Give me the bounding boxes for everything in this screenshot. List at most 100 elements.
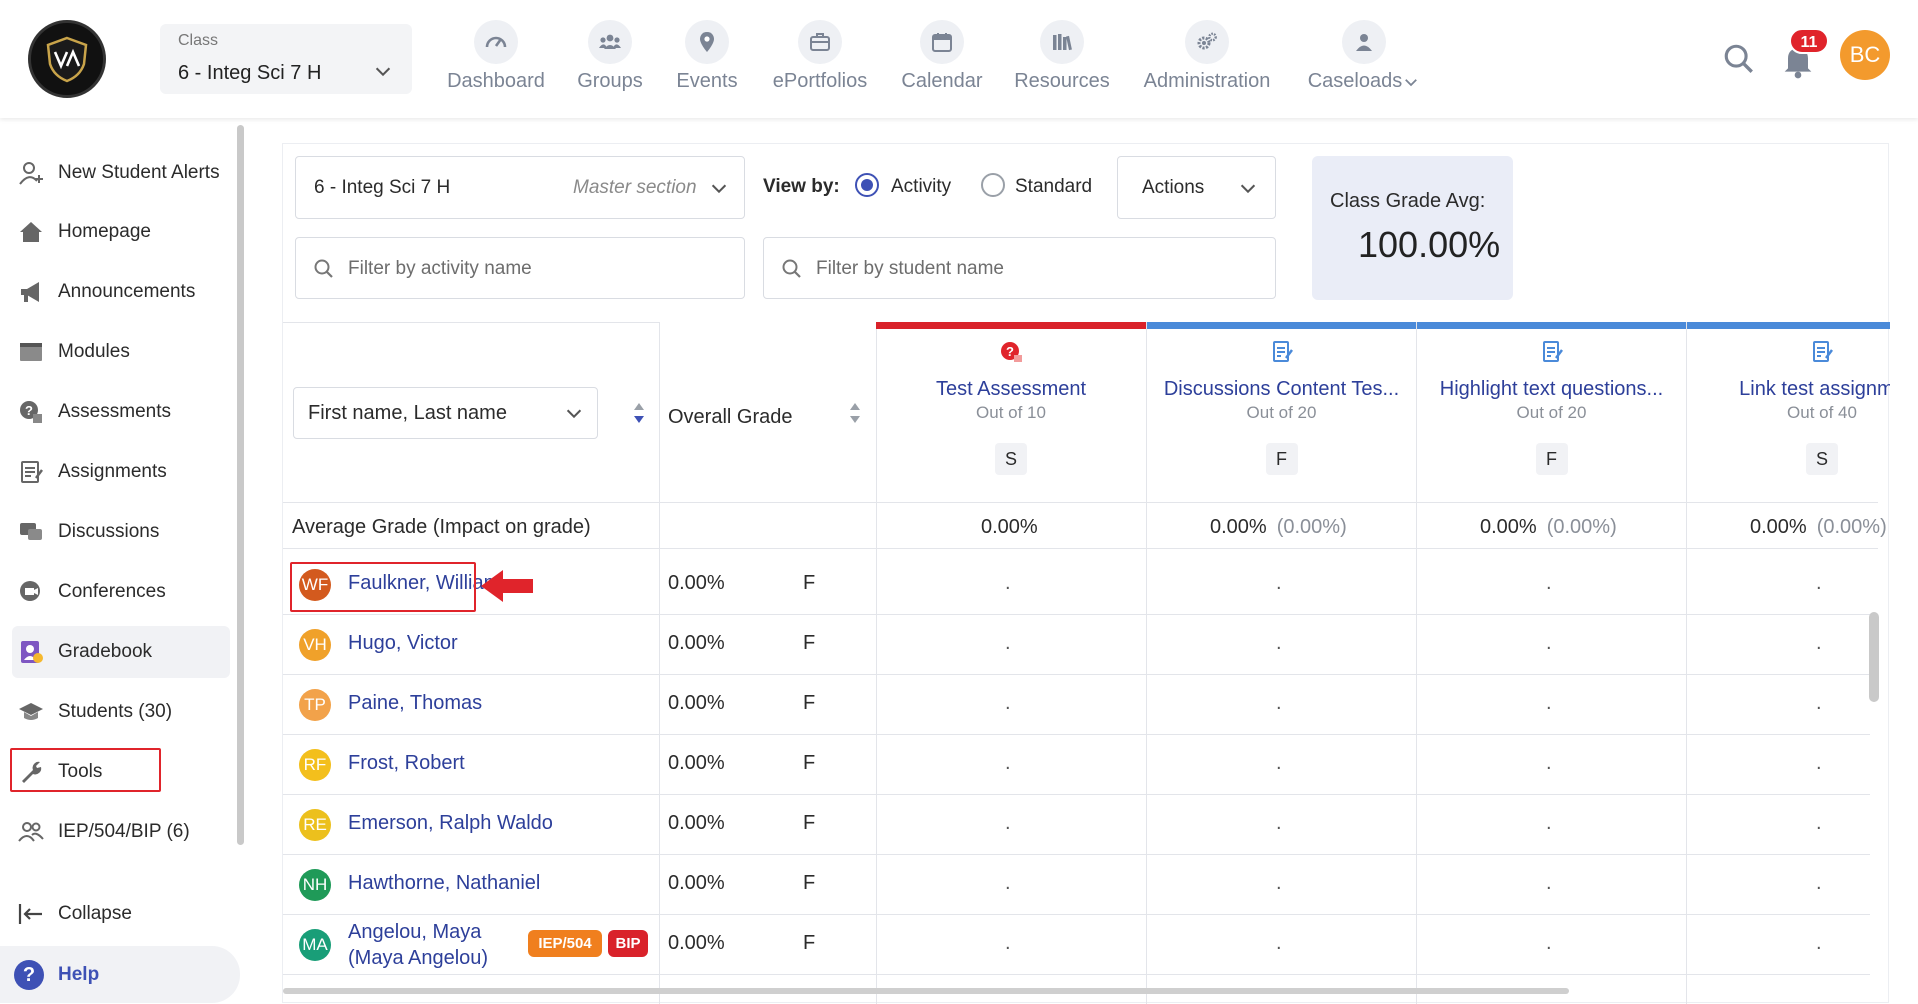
student-overall-grade[interactable]: 0.00% <box>668 572 725 595</box>
grade-cell[interactable]: . <box>1276 872 1282 895</box>
grade-cell[interactable]: . <box>1005 632 1011 655</box>
sidebar-item-assessments[interactable]: ? Assessments <box>12 386 230 438</box>
grid-divider <box>283 734 1870 735</box>
sidebar-item-gradebook[interactable]: Gradebook <box>12 626 230 678</box>
grade-cell[interactable]: . <box>1546 932 1552 955</box>
student-letter-grade: F <box>803 872 816 894</box>
grade-cell[interactable]: . <box>1546 692 1552 715</box>
grid-vertical-scrollbar[interactable] <box>1869 612 1879 702</box>
grade-cell[interactable]: . <box>1005 572 1011 595</box>
sidebar-item-homepage[interactable]: Homepage <box>12 206 230 258</box>
grade-cell[interactable]: . <box>1005 872 1011 895</box>
student-row: MA Angelou, Maya (Maya Angelou) IEP/504 B… <box>283 914 1878 974</box>
sort-toggle-icon[interactable] <box>849 401 861 425</box>
grade-cell[interactable]: . <box>1816 572 1822 595</box>
nav-eportfolios[interactable]: ePortfolios <box>768 20 872 100</box>
grade-cell[interactable]: . <box>1816 872 1822 895</box>
activity-column-header[interactable]: Highlight text questions... Out of 20 F <box>1417 329 1686 502</box>
grade-cell[interactable]: . <box>1546 632 1552 655</box>
help-button[interactable]: ? Help <box>0 946 240 1003</box>
view-by-standard-label[interactable]: Standard <box>1015 176 1092 198</box>
class-selector[interactable]: Class 6 - Integ Sci 7 H <box>160 24 412 94</box>
grade-cell[interactable]: . <box>1276 632 1282 655</box>
school-logo[interactable] <box>28 20 106 98</box>
student-overall-grade[interactable]: 0.00% <box>668 752 725 775</box>
graduation-cap-icon <box>14 695 48 729</box>
sidebar-item-new-student-alerts[interactable]: New Student Alerts <box>12 147 230 199</box>
grade-cell[interactable]: . <box>1546 752 1552 775</box>
nav-administration[interactable]: Administration <box>1136 20 1278 100</box>
view-by-activity-label[interactable]: Activity <box>891 176 951 198</box>
activity-filter-input[interactable]: Filter by activity name <box>295 237 745 299</box>
student-filter-input[interactable]: Filter by student name <box>763 237 1276 299</box>
grade-cell[interactable]: . <box>1816 932 1822 955</box>
sidebar-scrollbar[interactable] <box>237 125 244 845</box>
grade-cell[interactable]: . <box>1546 572 1552 595</box>
grade-cell[interactable]: . <box>1546 812 1552 835</box>
student-overall-grade[interactable]: 0.00% <box>668 932 725 955</box>
activity-column-header[interactable]: Link test assignme Out of 40 S <box>1687 329 1890 502</box>
student-overall-grade[interactable]: 0.00% <box>668 872 725 895</box>
student-name-link[interactable]: Hugo, Victor <box>348 632 458 655</box>
grade-cell[interactable]: . <box>1546 872 1552 895</box>
actions-dropdown[interactable]: Actions <box>1117 156 1276 219</box>
student-name-link[interactable]: Frost, Robert <box>348 752 465 775</box>
nav-groups[interactable]: Groups <box>572 20 648 100</box>
search-icon <box>782 259 801 278</box>
student-name-link[interactable]: Paine, Thomas <box>348 692 482 715</box>
video-chat-icon <box>14 575 48 609</box>
grade-cell[interactable]: . <box>1816 632 1822 655</box>
grade-cell[interactable]: . <box>1276 572 1282 595</box>
grade-cell[interactable]: . <box>1005 752 1011 775</box>
grade-cell[interactable]: . <box>1276 932 1282 955</box>
nav-dashboard[interactable]: Dashboard <box>445 20 547 100</box>
student-name-link[interactable]: Hawthorne, Nathaniel <box>348 872 540 895</box>
nav-dashboard-label: Dashboard <box>447 70 545 92</box>
student-name-link[interactable]: Angelou, Maya (Maya Angelou) <box>348 919 488 971</box>
sort-toggle-icon[interactable] <box>633 401 645 425</box>
activity-title[interactable]: Test Assessment <box>876 378 1146 401</box>
sidebar-collapse-button[interactable]: Collapse <box>12 888 230 940</box>
view-by-standard-radio[interactable] <box>981 173 1005 197</box>
student-overall-grade[interactable]: 0.00% <box>668 812 725 835</box>
name-sort-dropdown[interactable]: First name, Last name <box>293 387 598 439</box>
activity-title[interactable]: Discussions Content Tes... <box>1147 378 1416 401</box>
grade-cell[interactable]: . <box>1005 692 1011 715</box>
section-selector[interactable]: 6 - Integ Sci 7 H Master section <box>295 156 745 219</box>
student-overall-grade[interactable]: 0.00% <box>668 692 725 715</box>
student-overall-grade[interactable]: 0.00% <box>668 632 725 655</box>
grade-cell[interactable]: . <box>1816 752 1822 775</box>
nav-events[interactable]: Events <box>672 20 742 100</box>
nav-resources[interactable]: Resources <box>1012 20 1112 100</box>
grade-cell[interactable]: . <box>1816 812 1822 835</box>
nav-caseloads[interactable]: Caseloads <box>1302 20 1426 100</box>
grade-cell[interactable]: . <box>1005 812 1011 835</box>
view-by-activity-radio[interactable] <box>855 173 879 197</box>
grade-cell[interactable]: . <box>1276 692 1282 715</box>
column-average-grade: 0.00% (0.00%) <box>1210 516 1347 539</box>
sidebar-item-iep-504-bip[interactable]: IEP/504/BIP (6) <box>12 806 230 858</box>
activity-title[interactable]: Highlight text questions... <box>1417 378 1686 401</box>
search-icon[interactable] <box>1722 42 1756 76</box>
column-average-value: 0.00% <box>1750 516 1807 538</box>
sidebar-item-students[interactable]: Students (30) <box>12 686 230 738</box>
activity-title[interactable]: Link test assignme <box>1687 378 1890 401</box>
grid-horizontal-scrollbar[interactable] <box>283 988 1569 994</box>
grade-cell[interactable]: . <box>1005 932 1011 955</box>
sidebar-item-announcements[interactable]: Announcements <box>12 266 230 318</box>
activity-column-header[interactable]: ? Test Assessment Out of 10 S <box>876 329 1146 502</box>
sidebar-item-discussions[interactable]: Discussions <box>12 506 230 558</box>
grade-cell[interactable]: . <box>1816 692 1822 715</box>
column-status-bar <box>1147 322 1416 329</box>
activity-column-header[interactable]: Discussions Content Tes... Out of 20 F <box>1147 329 1416 502</box>
grade-cell[interactable]: . <box>1276 752 1282 775</box>
user-avatar[interactable]: BC <box>1840 30 1890 80</box>
sidebar-item-modules[interactable]: Modules <box>12 326 230 378</box>
sidebar-item-assignments[interactable]: Assignments <box>12 446 230 498</box>
sidebar-item-conferences[interactable]: Conferences <box>12 566 230 618</box>
student-name-link[interactable]: Emerson, Ralph Waldo <box>348 812 553 835</box>
sidebar-item-label: Announcements <box>58 281 196 302</box>
nav-calendar[interactable]: Calendar <box>896 20 988 100</box>
gears-icon <box>1185 20 1229 64</box>
grade-cell[interactable]: . <box>1276 812 1282 835</box>
